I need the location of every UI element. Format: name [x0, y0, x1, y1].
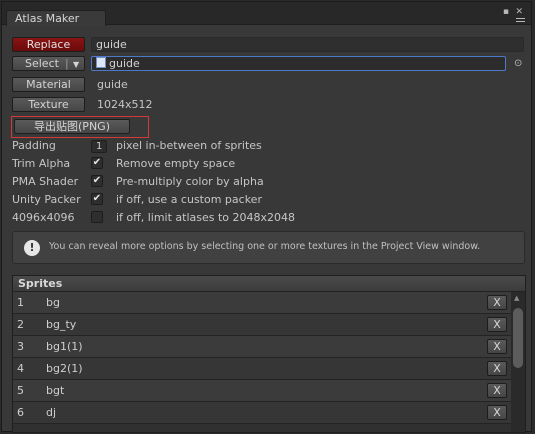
tab-atlas-maker[interactable]: Atlas Maker — [6, 10, 106, 26]
maximize-icon[interactable]: ▪ — [503, 8, 509, 17]
unity-packer-label: Unity Packer — [12, 193, 81, 206]
sprites-scrollbar[interactable]: ▲ — [511, 292, 525, 432]
sprite-name: bg — [46, 296, 60, 309]
padding-field[interactable]: 1 — [91, 140, 107, 153]
scroll-up-icon[interactable]: ▲ — [514, 294, 519, 302]
material-row: Material guide — [12, 77, 521, 95]
sprite-row: 3 bg1(1) X — [13, 336, 511, 358]
sprites-panel: Sprites 1 bg X 2 bg_ty X 3 bg1(1) X 4 bg… — [12, 275, 526, 433]
sprite-index: 2 — [17, 318, 24, 331]
replace-button[interactable]: Replace — [12, 37, 85, 52]
help-text: You can reveal more options by selecting… — [49, 241, 481, 252]
trim-alpha-description: Remove empty space — [116, 157, 236, 170]
remove-sprite-button[interactable]: X — [487, 339, 507, 354]
sprite-row: 4 bg2(1) X — [13, 358, 511, 380]
atlas-object-value: guide — [109, 57, 140, 70]
sprite-name: bg1(1) — [46, 340, 83, 353]
sprite-row: 1 bg X — [13, 292, 511, 314]
sprite-index: 6 — [17, 406, 24, 419]
sprite-row: 6 dj X — [13, 402, 511, 424]
chevron-down-icon: ▼ — [73, 60, 80, 69]
sprite-row: 2 bg_ty X — [13, 314, 511, 336]
sprite-row: 5 bgt X — [13, 380, 511, 402]
sprites-header: Sprites — [13, 276, 525, 292]
tab-strip: Atlas Maker ▪ ✕ — [2, 2, 531, 26]
sprite-index: 5 — [17, 384, 24, 397]
info-icon: ! — [24, 240, 40, 256]
trim-alpha-checkbox[interactable]: ✔ — [91, 157, 103, 169]
sprite-name: bg2(1) — [46, 362, 83, 375]
sprite-name: bgt — [46, 384, 65, 397]
replace-row: Replace guide — [12, 37, 524, 55]
sprite-index: 4 — [17, 362, 24, 375]
replace-field[interactable]: guide — [91, 37, 524, 52]
size-4096-label: 4096x4096 — [12, 211, 75, 224]
padding-description: pixel in-between of sprites — [116, 139, 262, 152]
pma-shader-description: Pre-multiply color by alpha — [116, 175, 264, 188]
select-row: Select | ▼ guide ⊙ — [12, 56, 522, 74]
sprite-index: 3 — [17, 340, 24, 353]
size-4096-description: if off, limit atlases to 2048x2048 — [116, 211, 296, 224]
atlas-object-field[interactable]: guide — [91, 56, 506, 71]
pma-shader-label: PMA Shader — [12, 175, 79, 188]
remove-sprite-button[interactable]: X — [487, 383, 507, 398]
unity-packer-checkbox[interactable]: ✔ — [91, 193, 103, 205]
remove-sprite-button[interactable]: X — [487, 295, 507, 310]
separator: | — [65, 57, 69, 70]
export-png-button[interactable]: 导出贴图(PNG) — [14, 119, 130, 134]
atlas-maker-window: Atlas Maker ▪ ✕ Replace guide Select | ▼… — [1, 1, 532, 433]
close-icon[interactable]: ✕ — [515, 8, 523, 17]
help-box: ! You can reveal more options by selecti… — [12, 231, 525, 264]
select-button-label: Select — [25, 57, 59, 70]
export-highlight-box: 导出贴图(PNG) — [11, 116, 149, 138]
object-picker-icon[interactable]: ⊙ — [514, 56, 522, 71]
sprite-name: bg_ty — [46, 318, 77, 331]
remove-sprite-button[interactable]: X — [487, 317, 507, 332]
material-value: guide — [97, 78, 128, 91]
texture-button[interactable]: Texture — [12, 97, 85, 112]
window-menu-icon[interactable] — [516, 18, 525, 24]
select-button[interactable]: Select | ▼ — [12, 56, 85, 71]
atlas-asset-icon — [96, 57, 106, 68]
sprite-index: 1 — [17, 296, 24, 309]
sprite-list: 1 bg X 2 bg_ty X 3 bg1(1) X 4 bg2(1) X 5 — [13, 292, 525, 424]
texture-row: Texture 1024x512 — [12, 97, 521, 115]
material-button[interactable]: Material — [12, 77, 85, 92]
remove-sprite-button[interactable]: X — [487, 361, 507, 376]
pma-shader-checkbox[interactable]: ✔ — [91, 175, 103, 187]
scrollbar-thumb[interactable] — [513, 308, 523, 368]
trim-alpha-label: Trim Alpha — [12, 157, 71, 170]
unity-packer-description: if off, use a custom packer — [116, 193, 262, 206]
remove-sprite-button[interactable]: X — [487, 405, 507, 420]
texture-size-value: 1024x512 — [97, 98, 153, 111]
sprite-name: dj — [46, 406, 57, 419]
padding-label: Padding — [12, 139, 56, 152]
size-4096-checkbox[interactable] — [91, 211, 103, 223]
